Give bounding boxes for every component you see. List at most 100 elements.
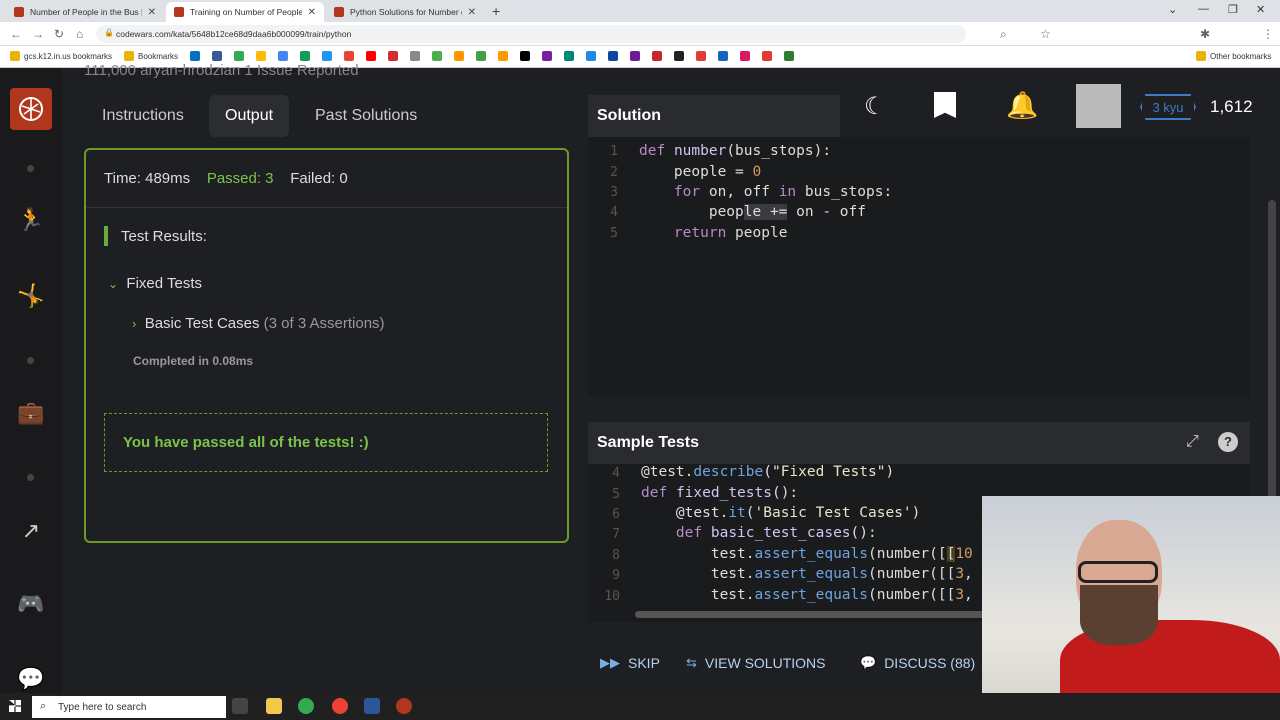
line-number: 3 (610, 185, 618, 200)
bookmark-icon[interactable] (322, 51, 332, 61)
bookmark-folder[interactable]: Bookmarks (138, 52, 178, 61)
bookmark-icon[interactable] (674, 51, 684, 61)
bookmark-icon[interactable] (432, 51, 442, 61)
obs-icon[interactable] (396, 698, 412, 714)
tab-past-solutions[interactable]: Past Solutions (299, 95, 433, 137)
expand-icon[interactable]: ⤢ (1186, 433, 1199, 451)
url-input[interactable]: codewars.com/kata/5648b12ce68d9daa6b0000… (96, 25, 966, 43)
rank-badge[interactable]: 3 kyu (1140, 94, 1196, 120)
bookmark-icon[interactable] (344, 51, 354, 61)
bookmark-icon[interactable] (190, 51, 200, 61)
failed-label: Failed: 0 (290, 170, 348, 187)
line-number: 8 (612, 548, 620, 563)
basic-test-cases[interactable]: › Basic Test Cases (3 of 3 Assertions) (132, 315, 385, 332)
bookmark-icon[interactable] (696, 51, 706, 61)
discuss-button[interactable]: 💬 DISCUSS (88) (860, 655, 975, 671)
tab-instructions[interactable]: Instructions (86, 95, 200, 137)
taskbar-search[interactable]: Type here to search (32, 696, 226, 718)
code-line: people = 0 (639, 164, 762, 180)
bookmark-icon[interactable] (498, 51, 508, 61)
bookmark-icon[interactable] (718, 51, 728, 61)
bookmark-icon[interactable] (740, 51, 750, 61)
bookmark-icon[interactable] (388, 51, 398, 61)
bookmark-icon[interactable] (256, 51, 266, 61)
zoom-icon[interactable]: ⌕ (1000, 27, 1007, 42)
view-solutions-button[interactable]: ⇆ VIEW SOLUTIONS (686, 655, 825, 671)
close-tab-icon[interactable]: ✕ (308, 7, 316, 18)
bookmark-icon[interactable] (278, 51, 288, 61)
close-tab-icon[interactable]: ✕ (148, 7, 156, 18)
bookmark-icon[interactable] (410, 51, 420, 61)
bookmark-icon[interactable] (366, 51, 376, 61)
skip-button[interactable]: ▶▶ SKIP (600, 655, 660, 671)
practice-icon[interactable]: 🤸 (16, 283, 46, 309)
bookmark-icon[interactable] (542, 51, 552, 61)
fixed-tests-group[interactable]: ⌄ Fixed Tests (108, 275, 202, 292)
bookmark-icon[interactable] (586, 51, 596, 61)
discord-icon[interactable]: 🎮 (16, 591, 46, 617)
new-tab-icon[interactable]: + (492, 3, 500, 19)
moon-icon[interactable]: ☾ (864, 92, 886, 121)
code-line: test.assert_equals(number([[10 (641, 546, 973, 562)
solution-editor[interactable]: 1 2 3 4 5 def number(bus_stops): people … (588, 137, 1250, 397)
time-label: Time: 489ms (104, 170, 191, 187)
bookmark-icon[interactable] (784, 51, 794, 61)
browser-tab-1[interactable]: Number of People in the Bus | C ✕ (6, 2, 164, 22)
line-number: 7 (612, 527, 620, 542)
help-icon[interactable]: ? (1218, 432, 1238, 452)
back-icon[interactable]: ← (10, 27, 22, 41)
chat-icon[interactable]: 💬 (16, 666, 46, 692)
tab-output[interactable]: Output (209, 95, 290, 137)
line-number: 5 (610, 226, 618, 241)
extensions-icon[interactable]: ✱ (1200, 27, 1210, 41)
bookmark-icon[interactable] (300, 51, 310, 61)
other-bookmarks[interactable]: Other bookmarks (1210, 52, 1271, 61)
bookmark-icon[interactable] (520, 51, 530, 61)
home-icon[interactable]: ⌂ (76, 27, 83, 41)
task-view-icon[interactable] (232, 698, 248, 714)
trending-icon[interactable]: ↗ (16, 518, 46, 544)
maximize-icon[interactable]: ❐ (1228, 3, 1238, 16)
bookmark-icon[interactable] (212, 51, 222, 61)
word-icon[interactable] (364, 698, 380, 714)
honor-score: 1,612 (1210, 97, 1253, 116)
bookmark-icon[interactable] (652, 51, 662, 61)
bookmark-folder[interactable]: gcs.k12.in.us bookmarks (24, 52, 112, 61)
horizontal-scrollbar[interactable] (635, 611, 985, 618)
bell-icon[interactable]: 🔔 (1006, 90, 1038, 121)
codewars-logo-icon[interactable] (10, 88, 52, 130)
forward-icon[interactable]: → (32, 27, 44, 41)
avatar[interactable] (1076, 84, 1121, 128)
tab-search-icon[interactable]: ⌄ (1168, 3, 1177, 16)
bookmark-icon[interactable] (762, 51, 772, 61)
folder-icon (124, 51, 134, 61)
codewars-favicon-icon (174, 7, 184, 17)
assertions-count: (3 of 3 Assertions) (263, 315, 385, 332)
reload-icon[interactable]: ↻ (54, 27, 64, 41)
bookmark-icon[interactable] (454, 51, 464, 61)
chrome-icon[interactable] (298, 698, 314, 714)
bookmark-icon[interactable] (630, 51, 640, 61)
file-explorer-icon[interactable] (266, 698, 282, 714)
bookmark-icon[interactable] (234, 51, 244, 61)
close-window-icon[interactable]: ✕ (1256, 3, 1265, 16)
star-icon[interactable]: ☆ (1040, 27, 1051, 41)
chrome-icon[interactable] (332, 698, 348, 714)
bookmark-icon[interactable] (476, 51, 486, 61)
training-icon[interactable]: 🏃 (16, 207, 46, 233)
line-number: 2 (610, 165, 618, 180)
menu-icon[interactable]: ⋮ (1262, 27, 1274, 41)
bookmark-icon[interactable] (564, 51, 574, 61)
browser-tab-2[interactable]: Training on Number of People in ✕ (166, 2, 324, 22)
folder-icon (1196, 51, 1206, 61)
code-line: test.assert_equals(number([[3, (641, 587, 973, 603)
bookmark-icon[interactable] (608, 51, 618, 61)
sample-tests-title: Sample Tests (597, 434, 699, 451)
folder-icon (10, 51, 20, 61)
line-number: 1 (610, 144, 618, 159)
lock-icon: 🔒 (104, 28, 114, 37)
minimize-icon[interactable]: — (1198, 3, 1209, 15)
briefcase-icon[interactable]: 💼 (16, 400, 46, 426)
close-tab-icon[interactable]: ✕ (468, 7, 476, 18)
browser-tab-3[interactable]: Python Solutions for Number of ✕ (326, 2, 484, 22)
